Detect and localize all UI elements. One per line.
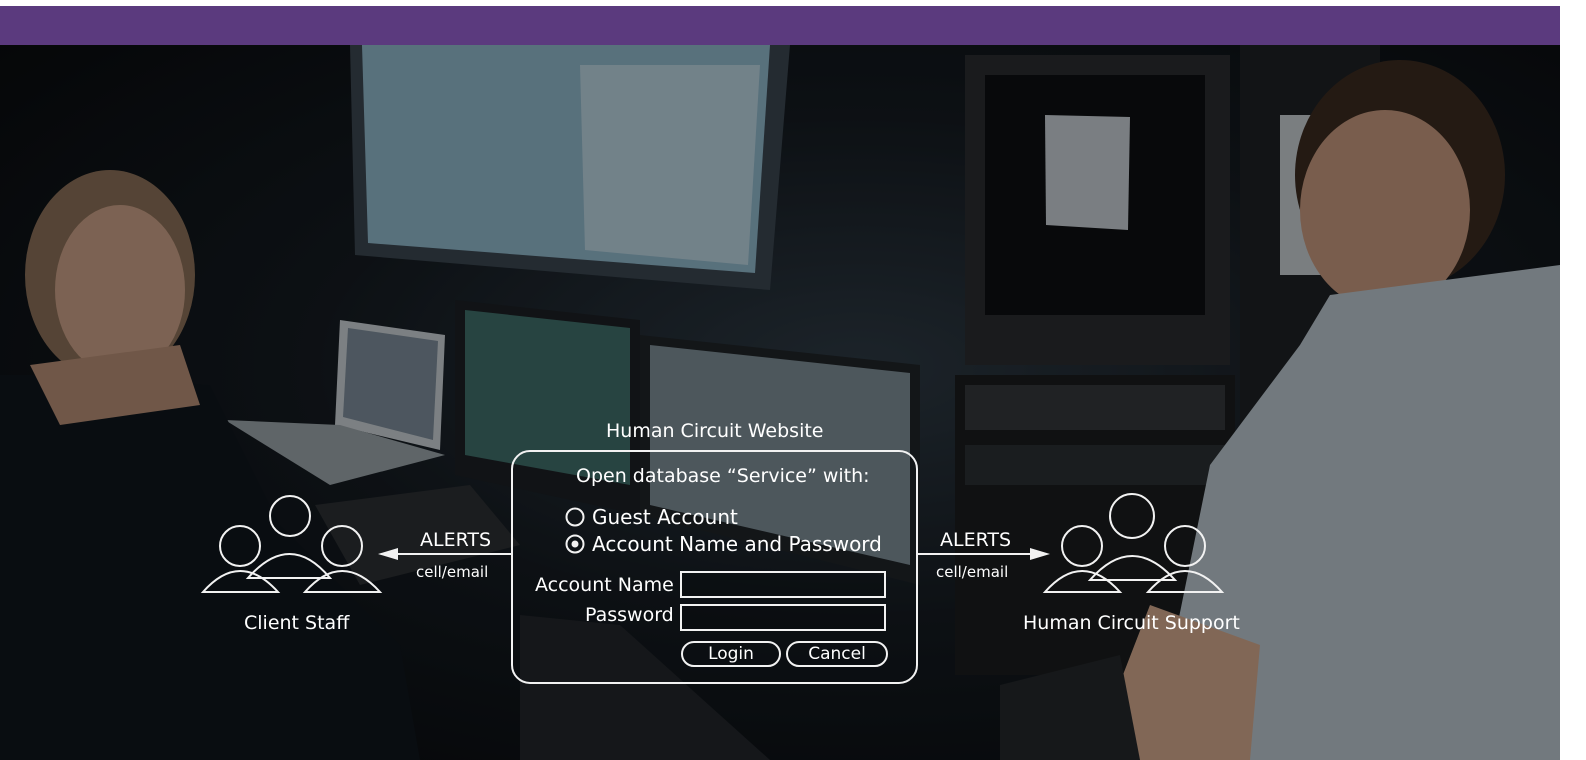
cancel-button[interactable]: Cancel bbox=[786, 641, 888, 667]
password-field[interactable] bbox=[680, 604, 886, 631]
account-name-field[interactable] bbox=[680, 571, 886, 598]
radio-guest-label: Guest Account bbox=[592, 505, 738, 529]
radio-guest[interactable] bbox=[563, 505, 585, 527]
radio-account-label: Account Name and Password bbox=[592, 532, 882, 556]
left-alerts-label: ALERTS bbox=[420, 529, 492, 551]
right-channel-label: cell/email bbox=[936, 563, 1009, 581]
overlay-diagram bbox=[200, 450, 1225, 684]
right-arrow-head bbox=[1030, 548, 1050, 560]
account-name-label: Account Name bbox=[535, 574, 674, 596]
people-icon bbox=[200, 495, 383, 593]
support-label: Human Circuit Support bbox=[1023, 612, 1240, 634]
left-channel-label: cell/email bbox=[416, 563, 489, 581]
right-alerts-label: ALERTS bbox=[940, 529, 1012, 551]
people-icon bbox=[1042, 493, 1225, 593]
dialog-title: Human Circuit Website bbox=[606, 420, 824, 442]
login-button[interactable]: Login bbox=[681, 641, 781, 667]
client-staff-label: Client Staff bbox=[244, 612, 350, 634]
dialog-prompt: Open database “Service” with: bbox=[576, 465, 870, 487]
left-arrow-head bbox=[378, 548, 398, 560]
password-label: Password bbox=[585, 604, 674, 626]
radio-account[interactable] bbox=[563, 532, 585, 554]
page: Human Circuit Website Open database “Ser… bbox=[0, 0, 1586, 760]
right-margin bbox=[1560, 0, 1586, 760]
